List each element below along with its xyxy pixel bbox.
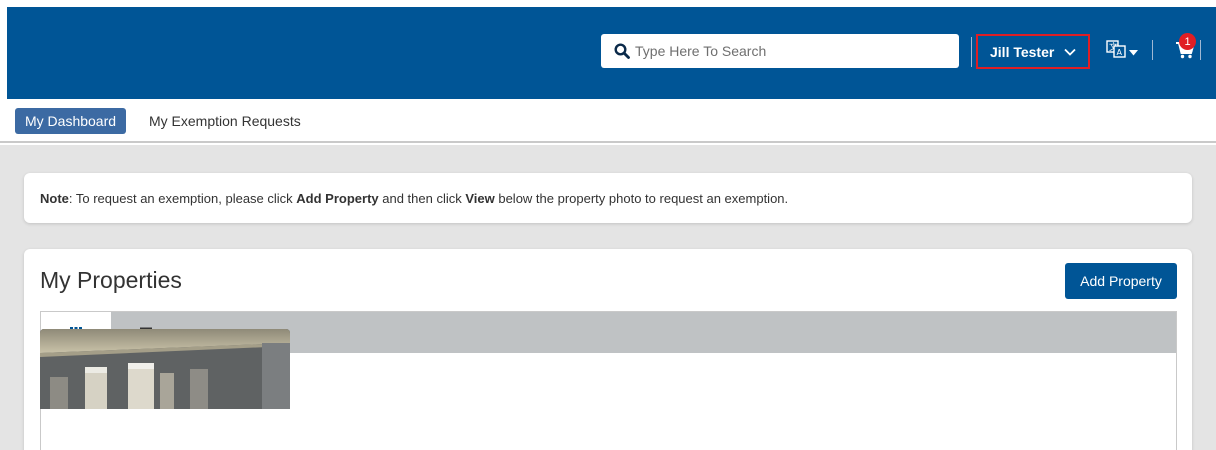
page-title: My Properties (40, 267, 182, 293)
tab-my-dashboard[interactable]: My Dashboard (15, 108, 127, 134)
note-text-2: and then click (378, 190, 466, 206)
note-add-property: Add Property (296, 190, 379, 206)
sub-navigation: My Dashboard My Exemption Requests (0, 99, 1216, 143)
tab-my-exemption-requests[interactable]: My Exemption Requests (149, 108, 301, 134)
translate-icon: 文 A (1106, 39, 1126, 64)
cart-count-badge: 1 (1179, 33, 1196, 50)
language-button[interactable]: 文 A (1106, 39, 1138, 64)
note-view: View (465, 190, 495, 206)
property-photo-image (40, 329, 290, 409)
user-menu-button[interactable]: Jill Tester (976, 34, 1090, 69)
user-name: Jill Tester (990, 43, 1055, 60)
note-prefix: Note (40, 190, 69, 206)
search-input[interactable] (631, 36, 959, 66)
note-card: Note: To request an exemption, please cl… (24, 173, 1192, 223)
property-photo[interactable] (40, 329, 290, 409)
main-content: Note: To request an exemption, please cl… (0, 145, 1216, 450)
note-text-1: : To request an exemption, please click (68, 190, 297, 206)
header-divider (1200, 40, 1201, 60)
search-box[interactable] (601, 34, 959, 68)
add-property-button[interactable]: Add Property (1065, 263, 1177, 299)
my-properties-card: My Properties Add Property (24, 249, 1192, 450)
caret-down-icon (1129, 43, 1138, 61)
header-divider (971, 37, 972, 67)
top-header: Jill Tester 文 A 1 (7, 7, 1216, 99)
search-icon[interactable] (601, 34, 631, 68)
header-divider (1152, 40, 1153, 60)
chevron-down-icon (1064, 48, 1076, 56)
svg-text:A: A (1117, 48, 1123, 57)
note-text-3: below the property photo to request an e… (494, 190, 789, 206)
